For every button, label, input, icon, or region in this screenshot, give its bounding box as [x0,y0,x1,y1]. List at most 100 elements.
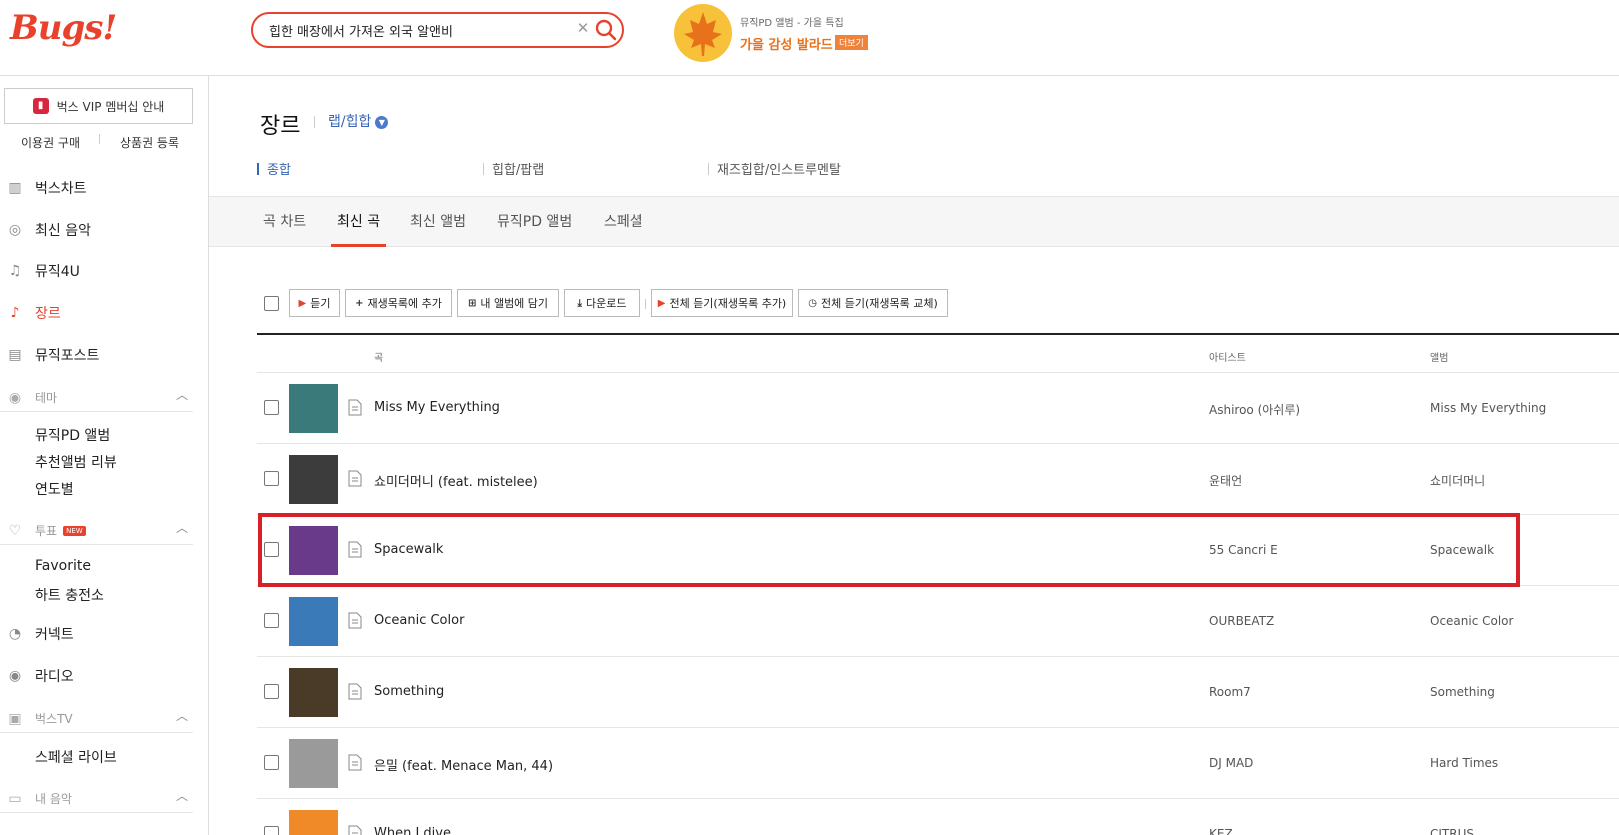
song-title[interactable]: 쇼미더머니 (feat. mistelee) [374,471,538,490]
song-artist[interactable]: Ashiroo (아쉬루) [1209,401,1300,418]
download-label: 다운로드 [585,297,627,310]
row-checkbox[interactable] [264,613,279,628]
song-artist[interactable]: OURBEATZ [1209,614,1274,628]
album-thumbnail[interactable] [289,810,338,835]
chevron-up-icon[interactable]: ︿ [175,388,189,402]
song-title[interactable]: Something [374,684,444,699]
song-artist[interactable]: 윤태언 [1209,472,1242,489]
album-thumbnail[interactable] [289,384,338,433]
song-artist[interactable]: Room7 [1209,685,1251,699]
genre-dropdown[interactable]: 랩/힙합 ▼ [328,111,389,131]
theme-item-yearly[interactable]: 연도별 [35,479,74,499]
song-title[interactable]: Spacewalk [374,542,443,557]
song-album[interactable]: Spacewalk [1430,543,1494,557]
sidebar-item-radio[interactable]: ◉ 라디오 [0,661,200,691]
lyrics-info-icon[interactable] [348,541,362,558]
tab-musicpd-albums[interactable]: 뮤직PD 앨범 [497,197,572,247]
lyrics-info-icon[interactable] [348,612,362,629]
song-title[interactable]: When I dive [374,826,451,835]
row-checkbox[interactable] [264,542,279,557]
song-title[interactable]: Miss My Everything [374,400,500,415]
row-checkbox[interactable] [264,471,279,486]
sidebar-item-chart[interactable]: ▥ 벅스차트 [0,173,200,203]
chevron-up-icon[interactable]: ︿ [175,709,189,723]
subgenre-jazz-hiphop[interactable]: 재즈힙합/인스트루멘탈 [708,159,841,178]
my-album-button[interactable]: ⊞ 내 앨범에 담기 [457,289,559,317]
song-album[interactable]: CITRUS [1430,827,1474,835]
vote-item-favorite[interactable]: Favorite [35,558,91,574]
lyrics-info-icon[interactable] [348,754,362,771]
tab-new-albums[interactable]: 최신 앨범 [410,197,466,247]
section-mymusic[interactable]: ▭ 내 음악 ︿ [0,785,193,813]
song-album[interactable]: 쇼미더머니 [1430,472,1485,489]
song-title[interactable]: Oceanic Color [374,613,464,628]
table-row[interactable]: Spacewalk 55 Cancri E Spacewalk [257,515,1619,586]
chevron-up-icon[interactable]: ︿ [175,789,189,803]
song-artist[interactable]: KEZ [1209,827,1233,835]
tab-new-songs[interactable]: 최신 곡 [331,197,387,247]
lyrics-info-icon[interactable] [348,470,362,487]
sidebar-item-label: 벅스차트 [35,181,87,197]
search-input[interactable] [269,20,559,40]
coupon-link[interactable]: 상품권 등록 [120,134,179,151]
bugstv-item-live[interactable]: 스페셜 라이브 [35,747,117,767]
song-album[interactable]: Oceanic Color [1430,614,1513,628]
sidebar-item-new-music[interactable]: ◎ 최신 음악 [0,215,200,245]
tab-special[interactable]: 스페셜 [604,197,643,247]
bugs-logo[interactable]: Bugs! [10,8,117,48]
promo-more-badge[interactable]: 더보기 [835,35,868,50]
theme-item-musicpd[interactable]: 뮤직PD 앨범 [35,425,110,445]
play-all-add-button[interactable]: ▶ 전체 듣기(재생목록 추가) [651,289,793,317]
album-thumbnail[interactable] [289,597,338,646]
album-thumbnail[interactable] [289,739,338,788]
sidebar-item-music4u[interactable]: ♫ 뮤직4U [0,256,200,286]
lyrics-info-icon[interactable] [348,399,362,416]
row-checkbox[interactable] [264,826,279,835]
theme-item-review[interactable]: 추천앨범 리뷰 [35,452,117,472]
lyrics-info-icon[interactable] [348,683,362,700]
sidebar-item-genre[interactable]: ♪ 장르 [0,298,200,328]
tab-song-chart[interactable]: 곡 차트 [263,197,306,247]
select-all-checkbox[interactable] [264,296,279,311]
section-theme[interactable]: ◉ 테마 ︿ [0,384,193,412]
song-album[interactable]: Miss My Everything [1430,401,1546,415]
top-header: Bugs! ✕ 뮤직PD 앨범 - 가을 특집 가을 감성 발라드 더보기 [0,0,1619,76]
clear-icon[interactable]: ✕ [575,19,591,39]
song-album[interactable]: Something [1430,685,1495,699]
table-row[interactable]: 쇼미더머니 (feat. mistelee) 윤태언 쇼미더머니 [257,444,1619,515]
promo-banner[interactable]: 뮤직PD 앨범 - 가을 특집 가을 감성 발라드 더보기 [674,4,934,62]
search-icon[interactable] [594,18,618,42]
buy-pass-link[interactable]: 이용권 구매 [21,134,80,151]
chevron-up-icon[interactable]: ︿ [175,521,189,535]
song-title[interactable]: 은밀 (feat. Menace Man, 44) [374,755,553,774]
album-thumbnail[interactable] [289,526,338,575]
album-thumbnail[interactable] [289,455,338,504]
album-thumbnail[interactable] [289,668,338,717]
play-all-replace-button[interactable]: ◷ 전체 듣기(재생목록 교체) [798,289,948,317]
section-bugstv[interactable]: ▣ 벅스TV ︿ [0,705,193,733]
sidebar-item-connect[interactable]: ◔ 커넥트 [0,619,200,649]
vote-item-heart[interactable]: 하트 충전소 [35,585,104,605]
table-row[interactable]: Oceanic Color OURBEATZ Oceanic Color [257,586,1619,657]
table-row[interactable]: Miss My Everything Ashiroo (아쉬루) Miss My E… [257,373,1619,444]
subgenre-label: 재즈힙합/인스트루멘탈 [717,163,841,178]
subgenre-hiphop-pop[interactable]: 힙합/팝랩 [483,159,544,178]
row-checkbox[interactable] [264,684,279,699]
row-checkbox[interactable] [264,755,279,770]
song-artist[interactable]: DJ MAD [1209,756,1253,770]
lyrics-info-icon[interactable] [348,825,362,835]
listen-button[interactable]: ▶ 듣기 [289,289,340,317]
song-album[interactable]: Hard Times [1430,756,1498,770]
song-artist[interactable]: 55 Cancri E [1209,543,1278,557]
row-checkbox[interactable] [264,400,279,415]
subgenre-all[interactable]: 종합 [257,159,291,178]
download-button[interactable]: ⤓ 다운로드 [564,289,640,317]
section-vote[interactable]: ♡ 투표 NEW ︿ [0,517,193,545]
vip-membership-button[interactable]: ▮ 벅스 VIP 멤버십 안내 [4,88,193,124]
add-playlist-button[interactable]: + 재생목록에 추가 [345,289,452,317]
sidebar-item-label: 최신 음악 [35,223,91,239]
sidebar-item-musicpost[interactable]: ▤ 뮤직포스트 [0,340,200,370]
table-row[interactable]: When I dive KEZ CITRUS [257,799,1619,835]
table-row[interactable]: Something Room7 Something [257,657,1619,728]
table-row[interactable]: 은밀 (feat. Menace Man, 44) DJ MAD Hard Time… [257,728,1619,799]
